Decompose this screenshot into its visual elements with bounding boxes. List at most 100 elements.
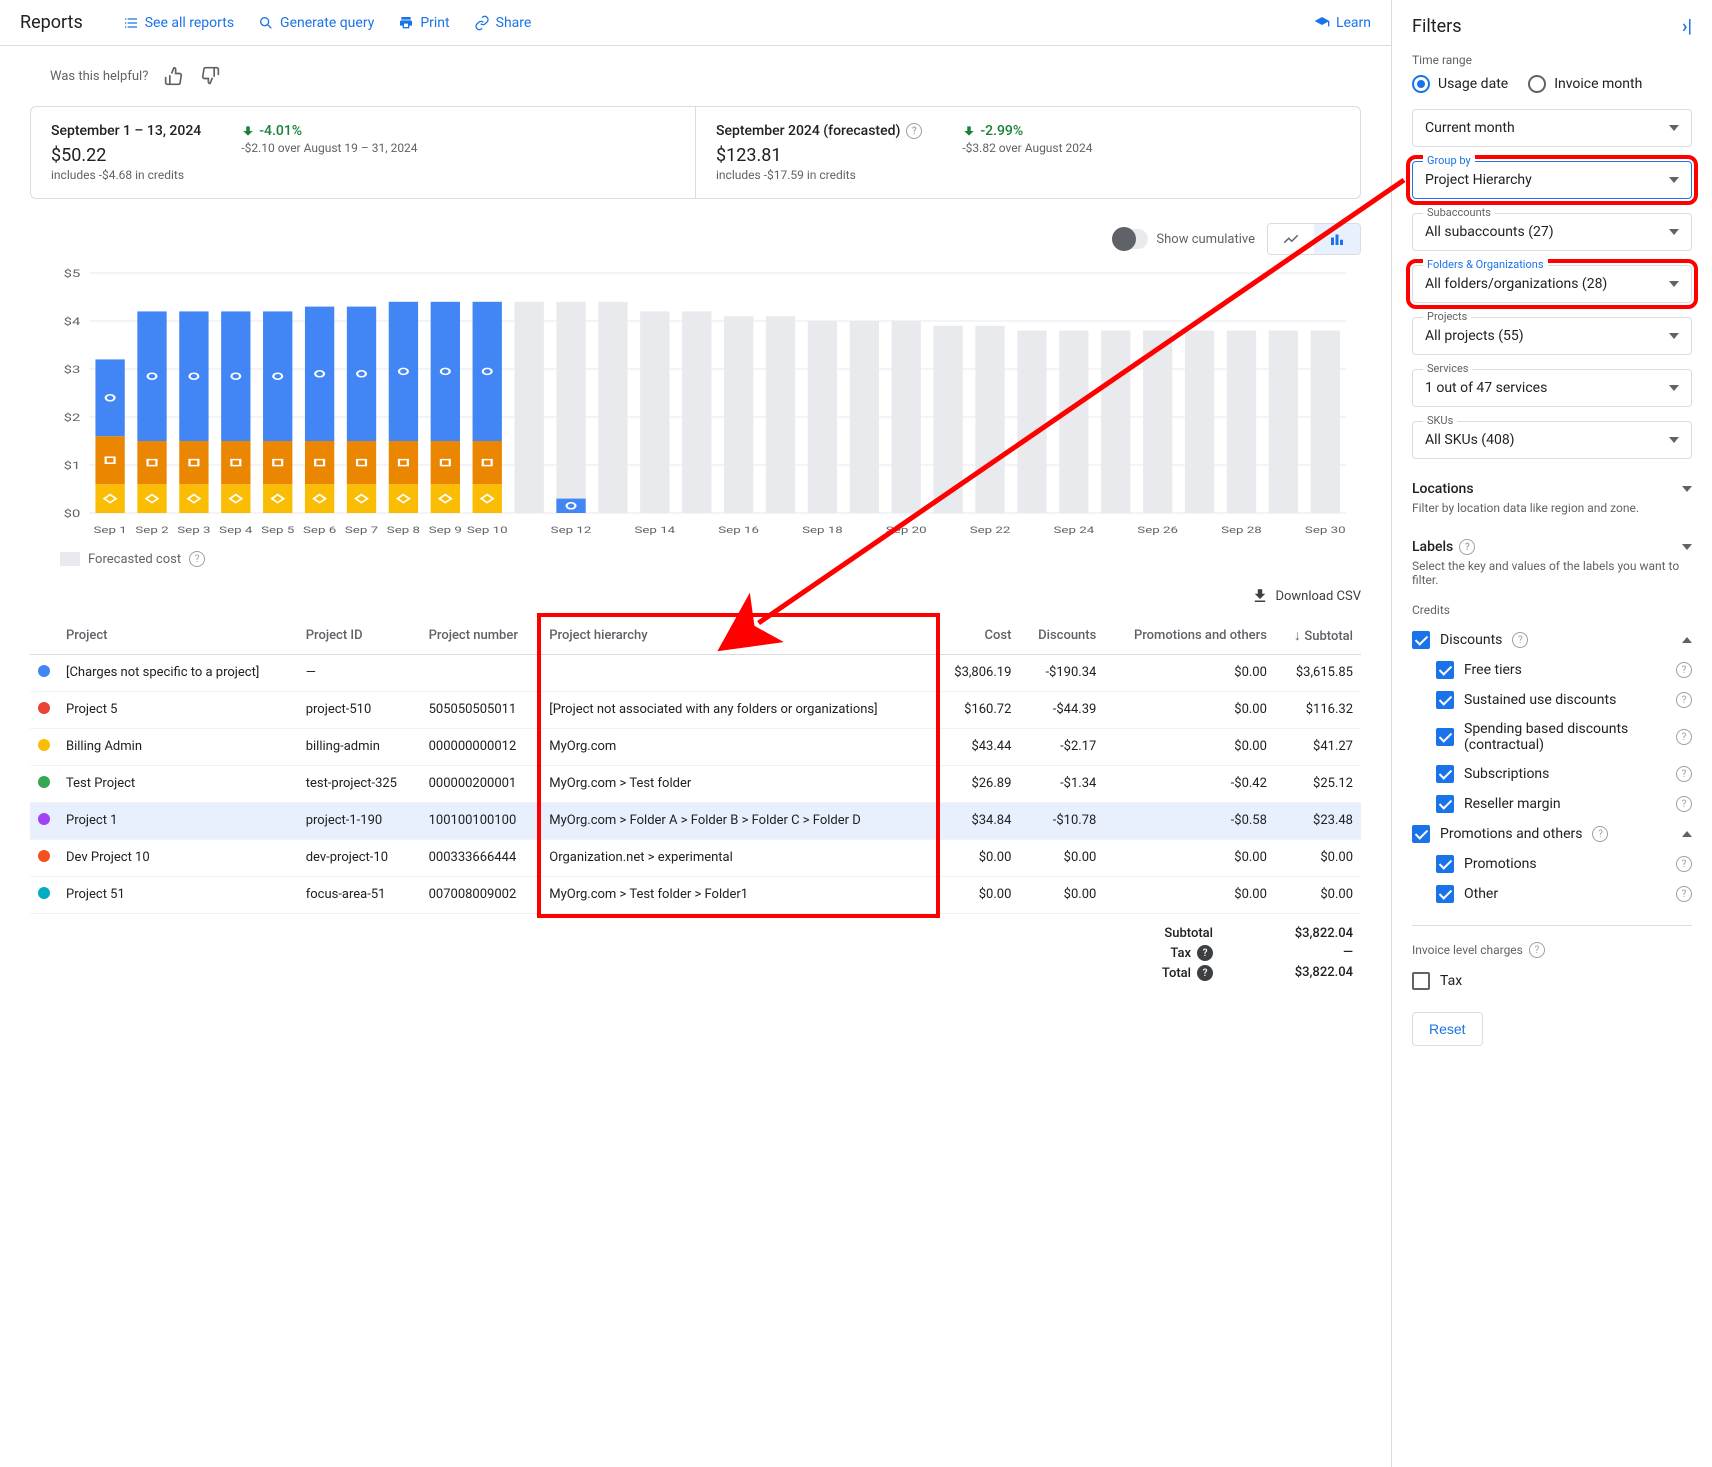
- folders-select[interactable]: Folders & Organizations All folders/orga…: [1412, 265, 1692, 303]
- filters-title: Filters ›|: [1412, 16, 1692, 37]
- table-row[interactable]: Project 5project-510505050505011[Project…: [30, 692, 1361, 729]
- help-icon[interactable]: ?: [1592, 826, 1608, 842]
- services-select[interactable]: Services 1 out of 47 services: [1412, 369, 1692, 407]
- table-header[interactable]: Project number: [421, 617, 542, 655]
- help-icon[interactable]: ?: [1676, 766, 1692, 782]
- table-header[interactable]: Cost: [936, 617, 1020, 655]
- card-pct: -4.01%: [241, 123, 417, 139]
- list-icon: [123, 15, 139, 31]
- line-chart-button[interactable]: [1268, 224, 1314, 254]
- invoice-month-radio[interactable]: Invoice month: [1528, 75, 1642, 93]
- help-icon[interactable]: ?: [1676, 796, 1692, 812]
- table-row[interactable]: Project 51focus-area-51007008009002MyOrg…: [30, 877, 1361, 914]
- learn-link[interactable]: Learn: [1314, 15, 1371, 31]
- cell-num: 000000000012: [421, 729, 542, 766]
- help-icon[interactable]: ?: [1676, 692, 1692, 708]
- table-row[interactable]: Billing Adminbilling-admin000000000012My…: [30, 729, 1361, 766]
- arrow-down-icon: [241, 124, 255, 138]
- cell-disc: -$44.39: [1019, 692, 1104, 729]
- reset-button[interactable]: Reset: [1412, 1012, 1483, 1046]
- color-dot-icon: [38, 776, 50, 788]
- toggle-switch-icon: [1112, 229, 1148, 249]
- table-row[interactable]: Test Projecttest-project-325000000200001…: [30, 766, 1361, 803]
- bar-chart-button[interactable]: [1314, 224, 1360, 254]
- thumbs-down-icon[interactable]: [200, 66, 220, 86]
- spending-check[interactable]: Spending based discounts (contractual)?: [1436, 715, 1692, 759]
- generate-query-link[interactable]: Generate query: [258, 15, 374, 31]
- cell-num: 007008009002: [421, 877, 542, 914]
- subaccounts-select[interactable]: Subaccounts All subaccounts (27): [1412, 213, 1692, 251]
- svg-text:Sep 24: Sep 24: [1054, 524, 1095, 535]
- cell-hierarchy: Organization.net > experimental: [541, 840, 935, 877]
- help-icon[interactable]: ?: [1197, 965, 1213, 981]
- cell-cost: $160.72: [936, 692, 1020, 729]
- cell-project: Test Project: [58, 766, 298, 803]
- group-by-select[interactable]: Group by Project Hierarchy: [1412, 161, 1692, 199]
- cell-promo: -$0.58: [1104, 803, 1275, 840]
- discounts-check[interactable]: Discounts?: [1412, 625, 1692, 655]
- help-icon[interactable]: ?: [1529, 942, 1545, 958]
- help-icon[interactable]: ?: [1676, 729, 1692, 745]
- color-dot-icon: [38, 702, 50, 714]
- cell-id: dev-project-10: [298, 840, 421, 877]
- card-amount: $123.81: [716, 145, 922, 166]
- reseller-check[interactable]: Reseller margin?: [1436, 789, 1692, 819]
- free-tiers-check[interactable]: Free tiers?: [1436, 655, 1692, 685]
- checkbox-icon: [1436, 765, 1454, 783]
- thumbs-up-icon[interactable]: [164, 66, 184, 86]
- help-icon[interactable]: ?: [189, 551, 205, 567]
- time-range-select[interactable]: Current month: [1412, 109, 1692, 147]
- cell-disc: $0.00: [1019, 840, 1104, 877]
- other-check[interactable]: Other?: [1436, 879, 1692, 909]
- help-icon[interactable]: ?: [1676, 856, 1692, 872]
- table-header[interactable]: Project hierarchy: [541, 617, 935, 655]
- cell-id: project-1-190: [298, 803, 421, 840]
- cell-project: Billing Admin: [58, 729, 298, 766]
- svg-text:Sep 4: Sep 4: [219, 524, 253, 535]
- card-amount: $50.22: [51, 145, 201, 166]
- help-icon[interactable]: ?: [1512, 632, 1528, 648]
- table-row[interactable]: Dev Project 10dev-project-10000333666444…: [30, 840, 1361, 877]
- help-icon[interactable]: ?: [1676, 886, 1692, 902]
- table-header[interactable]: ↓ Subtotal: [1275, 617, 1361, 655]
- tax-check[interactable]: Tax: [1412, 966, 1692, 996]
- svg-text:Sep 14: Sep 14: [634, 524, 675, 535]
- table-header[interactable]: Project: [58, 617, 298, 655]
- share-link[interactable]: Share: [474, 15, 532, 31]
- projects-select[interactable]: Projects All projects (55): [1412, 317, 1692, 355]
- usage-date-radio[interactable]: Usage date: [1412, 75, 1508, 93]
- help-icon[interactable]: ?: [1676, 662, 1692, 678]
- page-title: Reports: [20, 12, 83, 33]
- subscriptions-check[interactable]: Subscriptions?: [1436, 759, 1692, 789]
- cumulative-toggle[interactable]: Show cumulative: [1112, 229, 1255, 249]
- cell-project: Dev Project 10: [58, 840, 298, 877]
- table-header[interactable]: Promotions and others: [1104, 617, 1275, 655]
- svg-text:Sep 3: Sep 3: [177, 524, 210, 535]
- sustained-check[interactable]: Sustained use discounts?: [1436, 685, 1692, 715]
- checkbox-icon: [1436, 661, 1454, 679]
- help-icon[interactable]: ?: [1459, 539, 1475, 555]
- collapse-panel-icon[interactable]: ›|: [1682, 16, 1692, 37]
- cell-sub: $0.00: [1275, 877, 1361, 914]
- promotions-check[interactable]: Promotions?: [1436, 849, 1692, 879]
- svg-text:$0: $0: [64, 508, 81, 520]
- print-link[interactable]: Print: [398, 15, 449, 31]
- cell-sub: $116.32: [1275, 692, 1361, 729]
- help-icon[interactable]: ?: [1197, 945, 1213, 961]
- table-row[interactable]: [Charges not specific to a project]—$3,8…: [30, 655, 1361, 692]
- svg-text:$4: $4: [64, 316, 81, 328]
- table-row[interactable]: Project 1project-1-190100100100100MyOrg.…: [30, 803, 1361, 840]
- svg-text:Sep 5: Sep 5: [261, 524, 294, 535]
- cell-disc: -$1.34: [1019, 766, 1104, 803]
- table-header[interactable]: Discounts: [1019, 617, 1104, 655]
- cell-hierarchy: MyOrg.com > Folder A > Folder B > Folder…: [541, 803, 935, 840]
- help-icon[interactable]: ?: [906, 123, 922, 139]
- promos-check[interactable]: Promotions and others?: [1412, 819, 1692, 849]
- see-all-reports-link[interactable]: See all reports: [123, 15, 234, 31]
- table-header[interactable]: Project ID: [298, 617, 421, 655]
- skus-select[interactable]: SKUs All SKUs (408): [1412, 421, 1692, 459]
- cell-promo: $0.00: [1104, 655, 1275, 692]
- checkbox-icon: [1412, 972, 1430, 990]
- cell-sub: $41.27: [1275, 729, 1361, 766]
- download-csv-link[interactable]: Download CSV: [1251, 587, 1361, 605]
